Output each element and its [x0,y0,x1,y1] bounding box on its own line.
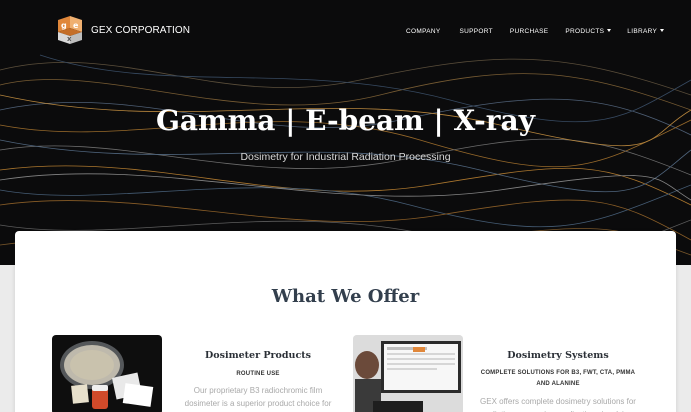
main-nav: COMPANY SUPPORT PURCHASE PRODUCTS LIBRAR… [406,28,665,35]
nav-company[interactable]: COMPANY [406,28,440,35]
nav-products-label: PRODUCTS [565,28,605,35]
chevron-down-icon [607,29,612,32]
product-desc-dosimeter: Our proprietary B3 radiochromic film dos… [184,386,332,408]
logo-letter-g: g [61,21,67,30]
hero-title: Gamma | E-beam | X-ray [156,104,535,137]
gex-logo-icon: g e x [54,14,86,46]
hero-subtitle: Dosimetry for Industrial Radiation Proce… [240,151,451,163]
product-kicker-systems: COMPLETE SOLUTIONS FOR B3, FWT, CTA, PMM… [480,370,636,387]
brand-link[interactable]: g e x GEX CORPORATION [54,14,190,46]
nav-purchase[interactable]: PURCHASE [510,28,549,35]
section-title: What We Offer [271,286,420,307]
logo-letter-e: e [73,21,79,30]
dosimetry-systems-image[interactable] [353,335,463,412]
product-title-dosimeter[interactable]: Dosimeter Products [178,350,338,361]
nav-library-label: LIBRARY [627,28,658,35]
product-title-systems[interactable]: Dosimetry Systems [478,350,638,361]
product-desc-systems: GEX offers complete dosimetry solutions … [480,397,636,412]
dosimeter-products-image[interactable] [52,335,162,412]
top-navbar: g e x GEX CORPORATION COMPANY SUPPORT PU… [0,0,691,62]
product-kicker-dosimeter: ROUTINE USE [236,371,280,377]
nav-products[interactable]: PRODUCTS [565,28,612,35]
chevron-down-icon [660,29,665,32]
brand-name: GEX CORPORATION [91,24,191,36]
nav-support[interactable]: SUPPORT [459,28,492,35]
nav-library[interactable]: LIBRARY [627,28,665,35]
hero-banner: g e x GEX CORPORATION COMPANY SUPPORT PU… [0,0,691,265]
logo-letter-x: x [67,35,72,43]
